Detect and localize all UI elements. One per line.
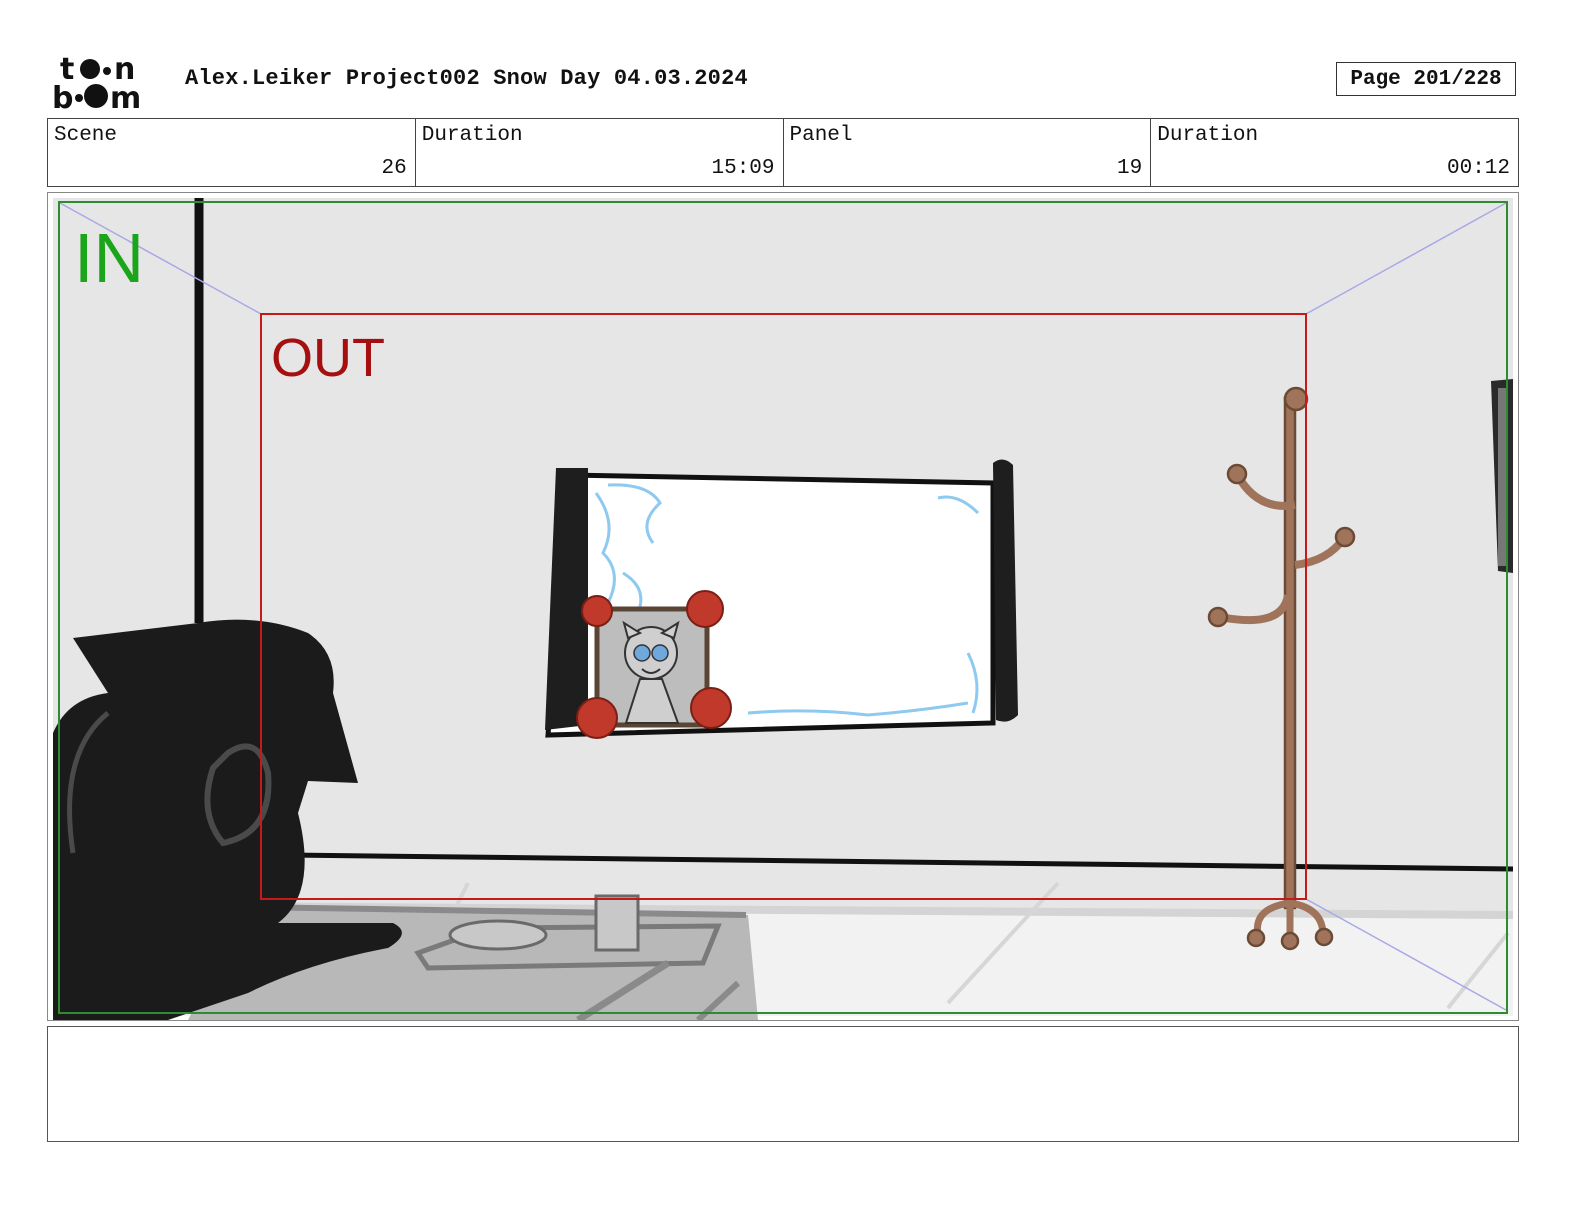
scene-value: 26 [381,157,407,180]
page-number: Page 201/228 [1336,62,1516,96]
panel-duration-value: 00:12 [1446,157,1510,180]
framed-portrait [576,590,732,739]
panel-label: Panel [789,124,853,147]
scene-duration-value: 15:09 [711,157,775,180]
panel-value: 19 [1117,157,1143,180]
svg-text:b: b [52,81,73,112]
toon-boom-logo: t n b m [52,52,141,112]
panel-duration-label: Duration [1157,124,1259,147]
panel-notes-box[interactable] [47,1026,1519,1142]
panel-artwork [52,198,1514,1020]
in-frame-label: IN [74,219,144,297]
out-frame-label: OUT [271,328,385,388]
scene-cell: Scene 26 [48,119,416,186]
panel-cell: Panel 19 [784,119,1152,186]
project-title: Alex.Leiker Project002 Snow Day 04.03.20… [185,66,748,91]
panel-duration-cell: Duration 00:12 [1151,119,1518,186]
storyboard-panel: IN OUT [47,192,1519,1021]
svg-text:m: m [110,81,141,112]
scene-info-table: Scene 26 Duration 15:09 Panel 19 Duratio… [47,118,1519,187]
scene-duration-cell: Duration 15:09 [416,119,784,186]
scene-label: Scene [54,124,118,147]
scene-duration-label: Duration [421,124,523,147]
